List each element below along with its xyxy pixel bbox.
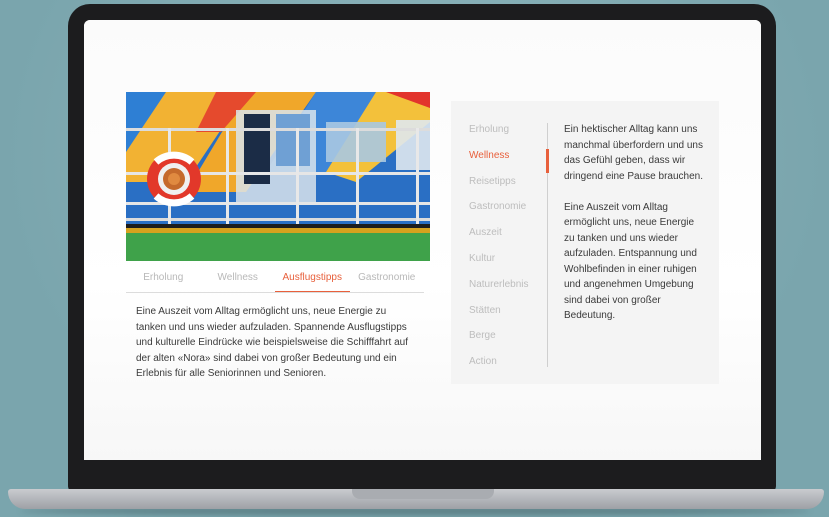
side-nav-reisetipps[interactable]: Reisetipps — [469, 172, 541, 198]
ausflugstipps-text: Eine Auszeit vom Alltag ermöglicht uns, … — [136, 306, 409, 379]
side-nav-erholung[interactable]: Erholung — [469, 120, 541, 146]
side-nav-kultur[interactable]: Kultur — [469, 249, 541, 275]
ship-photo — [126, 92, 430, 261]
laptop-base-groove — [352, 489, 494, 499]
wellness-paragraph-2: Eine Auszeit vom Alltag ermöglicht uns, … — [564, 201, 697, 322]
side-nav-naturerlebnis[interactable]: Naturerlebnis — [469, 275, 541, 301]
laptop-screen: Erholung Wellness Ausflugstipps Gastrono… — [84, 20, 761, 460]
ship-photo-image — [126, 92, 430, 261]
side-nav: Erholung Wellness Reisetipps Gastronomie… — [469, 120, 541, 378]
side-nav-auszeit[interactable]: Auszeit — [469, 223, 541, 249]
side-nav-active-indicator — [546, 149, 549, 173]
wellness-text: Ein hektischer Alltag kann uns manchmal … — [564, 122, 704, 339]
side-nav-gastronomie[interactable]: Gastronomie — [469, 197, 541, 223]
side-nav-staetten[interactable]: Stätten — [469, 301, 541, 327]
wellness-paragraph-1: Ein hektischer Alltag kann uns manchmal … — [564, 124, 703, 182]
tab-bar: Erholung Wellness Ausflugstipps Gastrono… — [126, 268, 424, 293]
tab-gastronomie[interactable]: Gastronomie — [350, 268, 425, 292]
side-nav-action[interactable]: Action — [469, 352, 541, 378]
side-nav-wellness[interactable]: Wellness — [469, 146, 541, 172]
tab-wellness[interactable]: Wellness — [201, 268, 276, 292]
wellness-panel: Erholung Wellness Reisetipps Gastronomie… — [451, 101, 719, 384]
side-nav-berge[interactable]: Berge — [469, 326, 541, 352]
tab-erholung[interactable]: Erholung — [126, 268, 201, 292]
tab-ausflugstipps[interactable]: Ausflugstipps — [275, 268, 350, 292]
